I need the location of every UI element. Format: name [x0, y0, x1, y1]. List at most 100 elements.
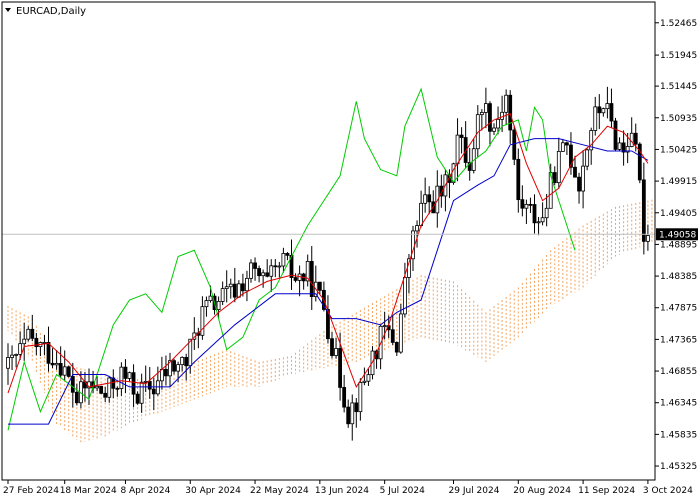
candle-bull: [269, 265, 274, 277]
price-tick-label: 1.50425: [660, 145, 697, 155]
price-tick-label: 1.51445: [660, 82, 697, 92]
candle-bull: [95, 385, 99, 389]
candle-bear: [30, 328, 35, 339]
candle-bull: [127, 372, 132, 379]
candle-bear: [512, 129, 517, 160]
candle-bull: [14, 354, 19, 356]
candle-bear: [70, 376, 75, 393]
candle-bear: [99, 385, 104, 394]
ichimoku-cloud: [7, 199, 653, 443]
candle-bull: [6, 357, 10, 369]
candle-bull: [500, 111, 505, 120]
candle-bull: [483, 103, 488, 113]
candle-bear: [633, 132, 638, 145]
candle-bear: [520, 199, 525, 209]
symbol-label: EURCAD,Daily: [16, 6, 86, 17]
candle-bear: [342, 387, 347, 408]
candle-bull: [180, 356, 185, 366]
candle-bear: [240, 283, 245, 292]
candle-bear: [172, 360, 176, 372]
candle-bull: [119, 366, 124, 389]
candle-bear: [609, 103, 614, 122]
time-tick-label: 5 Jul 2024: [380, 486, 425, 496]
candle-bull: [504, 94, 509, 113]
candle-bear: [257, 268, 262, 277]
candle-bull: [224, 286, 229, 289]
candle-bear: [74, 391, 79, 404]
candle-bear: [613, 120, 618, 150]
candle-bull: [492, 127, 496, 132]
candle-bear: [528, 203, 533, 206]
time-tick-label: 3 Oct 2024: [643, 486, 693, 496]
candle-bull: [26, 328, 31, 340]
candle-bear: [285, 253, 290, 256]
price-tick-label: 1.51945: [660, 51, 697, 61]
price-tag-label: 1.49058: [659, 230, 696, 240]
price-tick-label: 1.50935: [660, 114, 697, 124]
candle-bear: [565, 142, 569, 146]
candle-bull: [10, 354, 14, 358]
candle-bear: [135, 393, 140, 404]
candle-bull: [601, 108, 606, 114]
price-tick-label: 1.46345: [660, 399, 697, 409]
candles: [6, 86, 650, 441]
price-tick-label: 1.48895: [660, 240, 697, 250]
candle-bull: [54, 362, 59, 366]
candle-bull: [479, 112, 484, 116]
candle-bull: [42, 342, 47, 344]
candle-bull: [540, 217, 545, 223]
candle-bear: [577, 176, 581, 192]
candle-bull: [366, 374, 371, 382]
price-tick-label: 1.45835: [660, 430, 697, 440]
candle-bull: [560, 142, 565, 152]
price-tick-label: 1.46855: [660, 367, 697, 377]
candle-bear: [123, 366, 128, 379]
candle-bull: [277, 265, 282, 268]
candle-bull: [22, 338, 27, 345]
candle-bull: [536, 221, 541, 224]
candle-bull: [62, 366, 67, 376]
candle-bull: [220, 288, 225, 302]
candle-bull: [176, 364, 181, 372]
candle-bull: [18, 343, 23, 355]
candle-bear: [184, 356, 189, 367]
candle-bull: [556, 151, 561, 184]
candle-bear: [103, 392, 108, 398]
collapse-triangle-icon[interactable]: [5, 8, 11, 12]
plot-border: [1, 1, 656, 481]
candle-bear: [131, 372, 136, 395]
price-tick-label: 1.49915: [660, 177, 697, 187]
candle-bull: [585, 149, 590, 167]
candle-bull: [245, 277, 249, 292]
time-tick-label: 11 Sep 2024: [578, 486, 635, 496]
candle-bear: [309, 261, 314, 298]
candle-bear: [232, 283, 237, 298]
candle-bull: [646, 235, 650, 242]
time-tick-label: 30 Apr 2024: [185, 486, 241, 496]
candle-bull: [200, 306, 205, 336]
candle-bear: [552, 172, 557, 184]
candle-bull: [204, 300, 209, 308]
candle-bull: [236, 283, 241, 298]
candle-bear: [394, 342, 399, 353]
tenkan-sen-line: [7, 113, 649, 394]
candle-bear: [427, 194, 432, 203]
candle-bull: [455, 134, 460, 165]
candle-bear: [532, 204, 537, 224]
candle-bull: [593, 106, 598, 131]
candle-bear: [265, 272, 270, 277]
time-tick-label: 27 Feb 2024: [3, 486, 59, 496]
candle-bear: [58, 362, 63, 376]
candle-bull: [188, 338, 193, 367]
candle-bull: [423, 194, 428, 204]
candle-bull: [605, 103, 610, 110]
price-tick-label: 1.48385: [660, 272, 697, 282]
candle-bear: [273, 265, 278, 268]
price-tick-label: 1.49405: [660, 209, 697, 219]
candle-bear: [330, 338, 334, 356]
candle-bear: [253, 262, 257, 269]
candle-bull: [382, 325, 387, 328]
candle-bull: [249, 262, 253, 279]
candle-bull: [228, 283, 233, 288]
candle-bear: [338, 348, 343, 388]
